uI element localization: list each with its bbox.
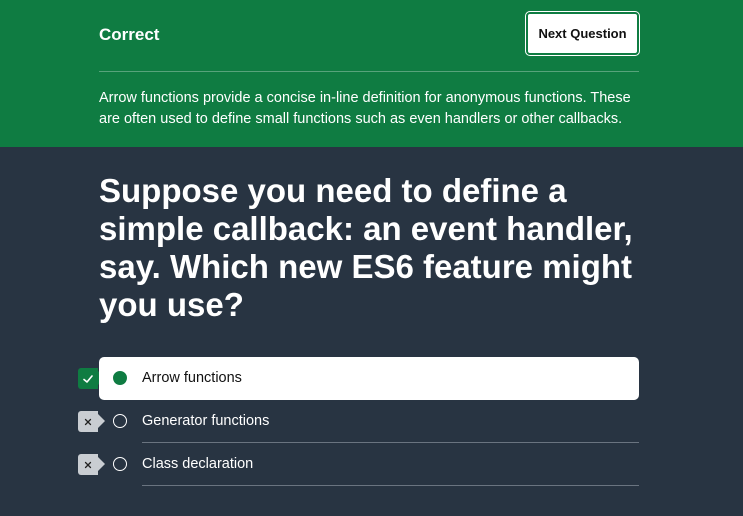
answer-option-generator-functions[interactable]: Generator functions [99,400,639,443]
question-text: Suppose you need to define a simple call… [99,172,633,323]
wrong-marker [78,454,105,475]
next-question-button[interactable]: Next Question [525,11,640,56]
radio-button[interactable] [113,457,127,471]
option-divider [142,485,639,486]
correct-marker [78,368,105,389]
x-mark-icon [84,418,92,425]
radio-button[interactable] [113,414,127,428]
x-mark-icon [84,461,92,468]
explanation-text: Arrow functions provide a concise in-lin… [99,90,631,127]
feedback-banner: Correct Next Question Arrow functions pr… [0,0,743,147]
divider [99,71,639,72]
wrong-marker [78,411,105,432]
result-status: Correct [99,25,160,44]
answer-label: Generator functions [142,413,270,429]
checkmark-icon [83,374,93,383]
answer-label: Arrow functions [142,370,242,386]
answer-option-class-declaration[interactable]: Class declaration [99,443,639,486]
answer-label: Class declaration [142,456,254,472]
answer-option-arrow-functions[interactable]: Arrow functions [99,357,639,400]
radio-button[interactable] [113,371,127,385]
